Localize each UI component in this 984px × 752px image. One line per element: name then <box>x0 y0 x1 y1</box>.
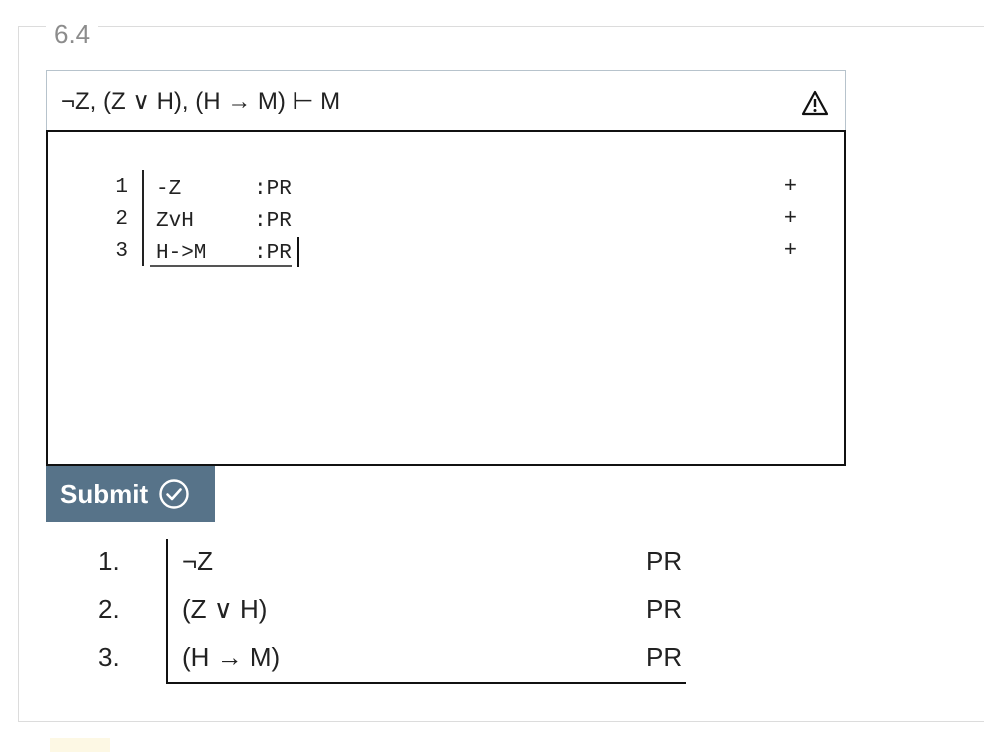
submit-button[interactable]: Submit <box>46 466 215 522</box>
editor-line-justification[interactable]: :PR <box>254 178 292 201</box>
next-problem-hint <box>50 738 110 752</box>
problem-header: ¬Z, (Z ∨ H), (H → M) ⊢ M <box>46 70 846 131</box>
problem-statement: ¬Z, (Z ∨ H), (H → M) ⊢ M <box>61 88 341 115</box>
editor-line-formula[interactable]: ZvH <box>156 210 194 233</box>
add-line-button[interactable]: + <box>784 236 797 262</box>
check-circle-icon <box>159 479 189 509</box>
editor-line-number: 2 <box>115 208 128 231</box>
editor-line[interactable]: 2 ZvH :PR + <box>48 204 844 238</box>
editor-line[interactable]: 1 -Z :PR + <box>48 172 844 206</box>
text-caret <box>297 237 299 267</box>
editor-line-number: 3 <box>115 240 128 263</box>
editor-line-justification[interactable]: :PR <box>254 242 292 265</box>
add-line-button[interactable]: + <box>784 172 797 198</box>
editor-line-formula[interactable]: -Z <box>156 178 181 201</box>
warning-triangle-icon[interactable] <box>801 90 829 116</box>
submit-label: Submit <box>60 478 149 509</box>
proof-editor[interactable]: 1 -Z :PR + 2 ZvH :PR + 3 H->M :PR + <box>46 130 846 466</box>
editor-line-justification[interactable]: :PR <box>254 210 292 233</box>
premise-separator <box>150 265 292 267</box>
editor-line-formula[interactable]: H->M <box>156 242 206 265</box>
editor-line-number: 1 <box>115 176 128 199</box>
add-line-button[interactable]: + <box>784 204 797 230</box>
problem-number: 6.4 <box>46 16 99 52</box>
